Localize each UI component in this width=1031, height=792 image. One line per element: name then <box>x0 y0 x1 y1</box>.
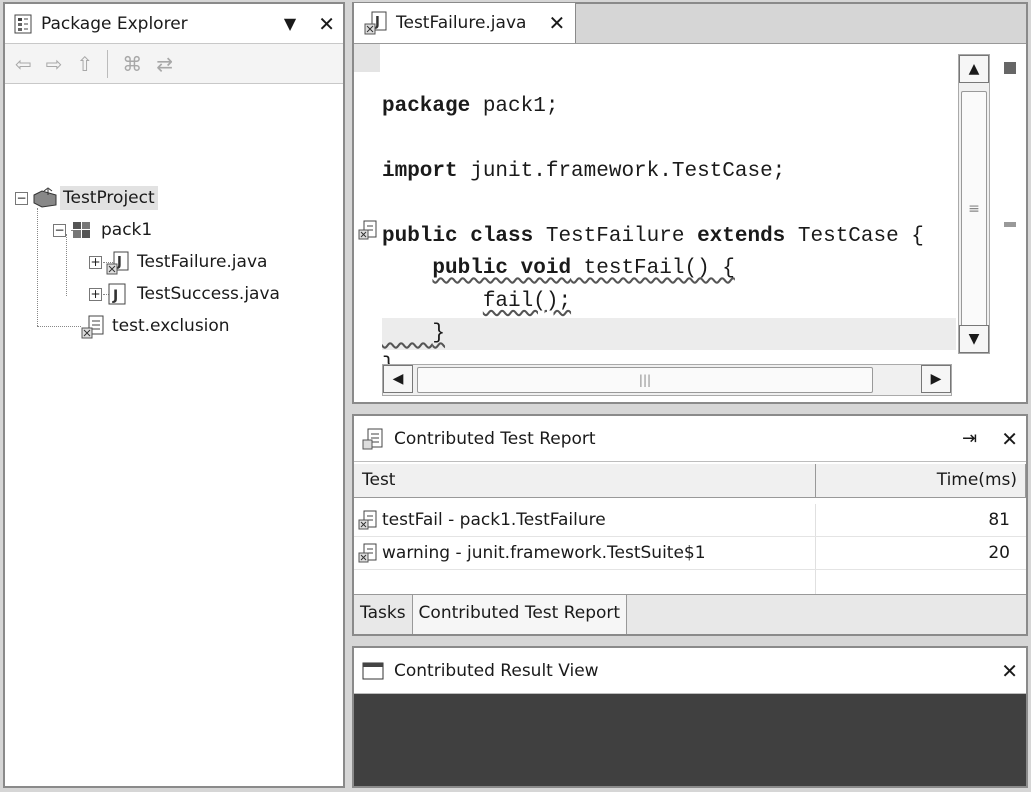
tree-item-label: TestFailure.java <box>137 252 268 272</box>
code-line: public void testFail() { <box>432 257 735 280</box>
java-file-icon: J <box>106 283 128 305</box>
table-row[interactable]: testFail - pack1.TestFailure 81 <box>354 504 1026 537</box>
result-view: Contributed Result View ✕ <box>352 646 1028 788</box>
bottom-tabs: Tasks Contributed Test Report <box>354 594 1026 634</box>
code-line: public class TestFailure extends TestCas… <box>382 224 924 248</box>
export-icon[interactable]: ⇥ <box>962 428 977 449</box>
editor-tab-label: TestFailure.java <box>396 13 527 33</box>
package-explorer-view: Package Explorer ▼ ✕ ⇦ ⇨ ⇧ ⌘ ⇄ − TestPro… <box>3 2 345 788</box>
overview-ruler[interactable] <box>996 54 1024 394</box>
project-icon <box>32 187 57 209</box>
gutter-marker <box>354 44 380 72</box>
column-header-test[interactable]: Test <box>354 464 816 497</box>
java-file-error-icon: J <box>364 11 388 35</box>
tree-item-testproject[interactable]: − TestProject <box>15 184 158 212</box>
tree-item-testfailure[interactable]: + J TestFailure.java <box>89 248 270 276</box>
test-name: warning - junit.framework.TestSuite$1 <box>382 543 706 563</box>
overview-marker[interactable] <box>1004 222 1016 227</box>
tree-item-test-exclusion[interactable]: test.exclusion <box>81 312 233 340</box>
view-menu-icon[interactable]: ▼ <box>284 14 296 33</box>
package-explorer-title: Package Explorer <box>41 13 188 34</box>
test-report-titlebar: Contributed Test Report ⇥ ✕ <box>354 416 1026 462</box>
code-area[interactable]: package pack1; ​ import junit.framework.Te… <box>354 44 1026 402</box>
package-icon <box>70 219 92 241</box>
test-time: 20 <box>988 543 1010 563</box>
expand-toggle[interactable]: + <box>89 255 102 269</box>
back-icon[interactable]: ⇦ <box>15 52 32 76</box>
collapse-all-icon[interactable]: ⌘ <box>122 52 142 76</box>
vertical-scrollbar[interactable]: ▲ ≡ ▼ <box>958 54 990 354</box>
column-header-time[interactable]: Time(ms) <box>816 464 1026 497</box>
tree-item-label: TestProject <box>60 186 158 210</box>
package-explorer-toolbar: ⇦ ⇨ ⇧ ⌘ ⇄ <box>5 44 343 84</box>
forward-icon[interactable]: ⇨ <box>46 52 63 76</box>
tree-connector <box>37 326 81 327</box>
test-report-icon <box>362 428 384 450</box>
editor-tabs: J TestFailure.java ✕ <box>354 3 1026 44</box>
expand-toggle[interactable]: + <box>89 287 102 301</box>
exclusion-file-icon <box>81 315 104 339</box>
tree-item-testsuccess[interactable]: + J TestSuccess.java <box>89 280 283 308</box>
toolbar-separator <box>107 49 109 78</box>
editor-tab-testfailure[interactable]: J TestFailure.java ✕ <box>354 3 577 43</box>
tree-item-label: pack1 <box>101 220 153 240</box>
scroll-thumb[interactable]: ||| <box>417 367 873 393</box>
code-line: package pack1; <box>382 94 559 118</box>
result-view-titlebar: Contributed Result View ✕ <box>354 648 1026 694</box>
test-time: 81 <box>988 510 1010 530</box>
horizontal-scrollbar[interactable]: ◀ ||| ▶ <box>382 364 952 396</box>
tree-connector <box>37 208 38 326</box>
code-line: } <box>432 322 446 345</box>
code-line: ​ <box>382 123 956 156</box>
test-name-cell: testFail - pack1.TestFailure <box>354 504 816 536</box>
code-line: import junit.framework.TestCase; <box>382 159 786 183</box>
test-name-cell: warning - junit.framework.TestSuite$1 <box>354 537 816 569</box>
test-error-icon <box>358 543 378 563</box>
tree-item-label: TestSuccess.java <box>137 284 280 304</box>
overview-marker[interactable] <box>1004 62 1016 74</box>
code-line: ​ <box>382 188 956 221</box>
scroll-left-icon[interactable]: ◀ <box>383 365 413 393</box>
code-line: fail(); <box>482 289 572 313</box>
package-tree: − TestProject − pack1 + J TestFailure.ja… <box>5 84 343 339</box>
test-error-marker-icon[interactable] <box>358 220 378 245</box>
editor-gutter <box>354 44 382 402</box>
close-icon[interactable]: ✕ <box>1001 427 1018 451</box>
close-icon[interactable]: ✕ <box>318 12 335 36</box>
collapse-toggle[interactable]: − <box>15 191 28 205</box>
table-row[interactable]: warning - junit.framework.TestSuite$1 20 <box>354 537 1026 570</box>
test-table-header: Test Time(ms) <box>354 464 1026 498</box>
tree-item-label: test.exclusion <box>112 316 230 336</box>
collapse-toggle[interactable]: − <box>53 223 66 237</box>
java-file-error-icon: J <box>106 251 129 275</box>
svg-text:J: J <box>112 288 118 304</box>
test-report-view: Contributed Test Report ⇥ ✕ Test Time(ms… <box>352 414 1028 636</box>
scroll-up-icon[interactable]: ▲ <box>959 55 989 83</box>
scroll-down-icon[interactable]: ▼ <box>959 325 989 353</box>
close-tab-icon[interactable]: ✕ <box>548 11 565 35</box>
tab-tasks[interactable]: Tasks <box>354 595 413 634</box>
up-icon[interactable]: ⇧ <box>77 52 94 76</box>
package-explorer-icon <box>13 14 33 34</box>
result-view-content <box>354 694 1026 786</box>
editor-view: J TestFailure.java ✕ package pack1; ​ impo… <box>352 2 1028 404</box>
window-icon <box>362 661 384 681</box>
package-explorer-titlebar: Package Explorer ▼ ✕ <box>5 4 343 44</box>
result-view-title: Contributed Result View <box>394 660 599 681</box>
test-name: testFail - pack1.TestFailure <box>382 510 606 530</box>
tab-contributed-test-report[interactable]: Contributed Test Report <box>412 595 628 634</box>
scroll-right-icon[interactable]: ▶ <box>921 365 951 393</box>
close-icon[interactable]: ✕ <box>1001 659 1018 683</box>
link-with-editor-icon[interactable]: ⇄ <box>156 52 173 76</box>
test-error-icon <box>358 510 378 530</box>
tree-item-pack1[interactable]: − pack1 <box>53 216 155 244</box>
scroll-thumb[interactable]: ≡ <box>961 91 987 327</box>
test-report-title: Contributed Test Report <box>394 428 596 449</box>
